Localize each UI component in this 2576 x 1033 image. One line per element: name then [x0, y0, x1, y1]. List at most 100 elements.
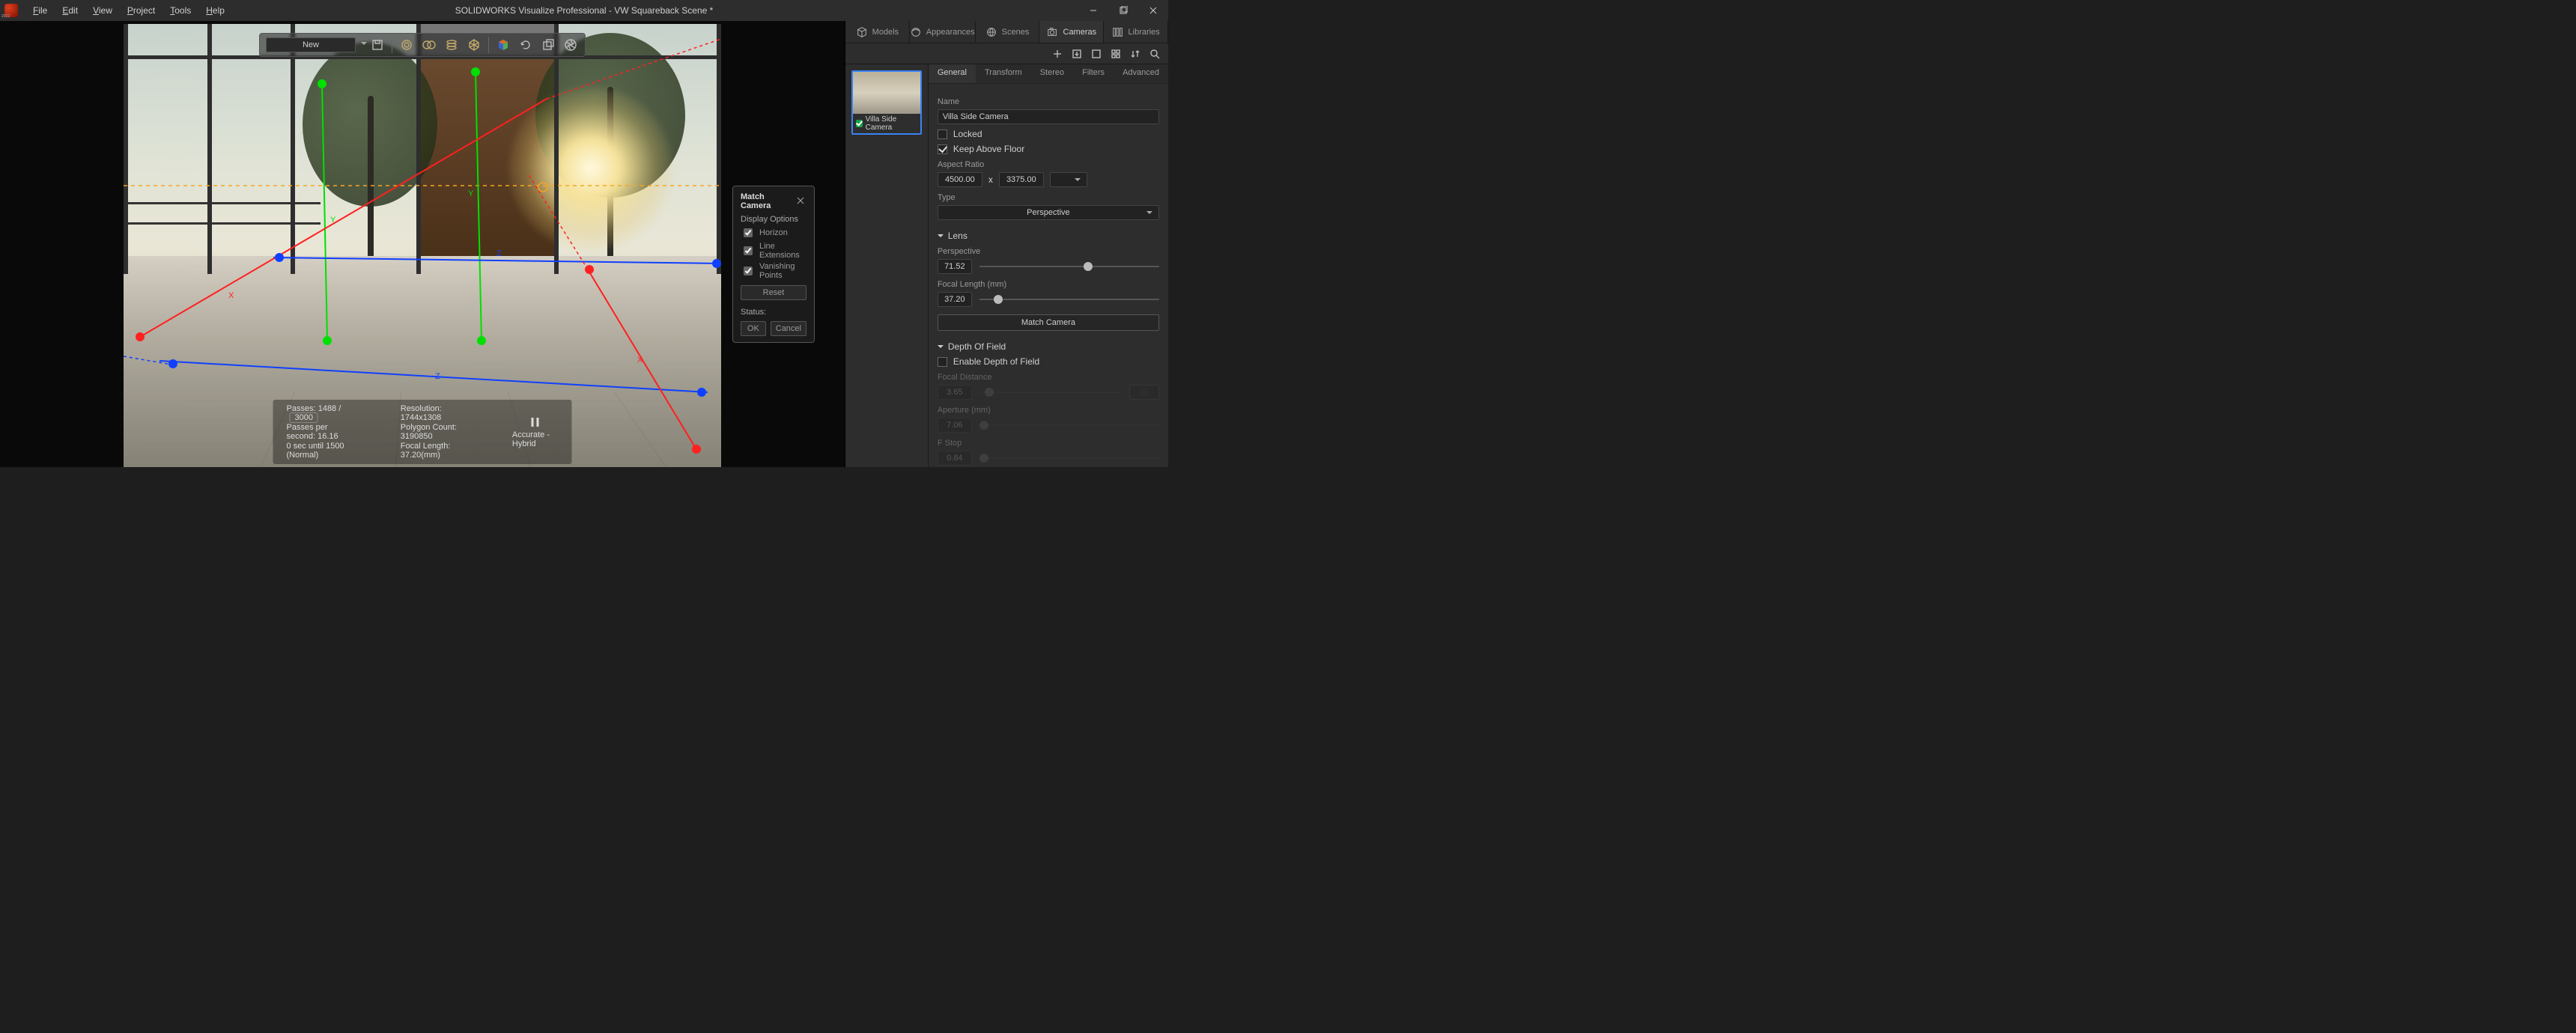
pause-icon[interactable] [529, 415, 542, 429]
menu-view[interactable]: ViewView [85, 2, 120, 19]
hud-render-mode: Accurate - Hybrid [512, 430, 559, 448]
aspect-width-input[interactable] [938, 172, 982, 187]
render-mode-3-icon[interactable] [443, 37, 460, 53]
viewport-canvas[interactable]: Y Y Z Z X X [124, 24, 721, 467]
dock-tabs: Models Appearances Scenes Cameras Librar… [845, 21, 1168, 43]
close-button[interactable] [1138, 0, 1168, 21]
perspective-label: Perspective [938, 247, 1159, 256]
focal-length-input[interactable] [938, 292, 972, 307]
hud-pps-value: 16.16 [318, 432, 338, 441]
aspect-preset-dropdown[interactable] [1050, 172, 1087, 187]
hud-poly-label: Polygon Count: [401, 423, 457, 432]
save-camera-icon[interactable] [369, 37, 386, 53]
property-tabs: General Transform Stereo Filters Advance… [929, 64, 1168, 84]
fstop-slider[interactable] [979, 452, 1159, 464]
active-camera-check-icon [856, 120, 863, 127]
view-grid-icon[interactable] [1110, 48, 1122, 60]
viewport[interactable]: Y Y Z Z X X [0, 21, 845, 467]
maximize-button[interactable] [1108, 0, 1138, 21]
match-status-label: Status: [741, 308, 766, 317]
ptab-advanced[interactable]: Advanced [1114, 64, 1168, 83]
ptab-general[interactable]: General [929, 64, 976, 83]
search-icon[interactable] [1149, 48, 1161, 60]
focal-distance-slider[interactable] [979, 386, 1122, 398]
focal-distance-label: Focal Distance [938, 373, 1159, 382]
pick-focal-distance-button[interactable] [1129, 385, 1159, 400]
sort-icon[interactable] [1129, 48, 1141, 60]
lens-section[interactable]: Lens [938, 231, 1159, 241]
reset-button[interactable]: Reset [741, 285, 806, 300]
menu-edit[interactable]: EditEdit [55, 2, 85, 19]
match-panel-close-icon[interactable] [796, 196, 806, 207]
aperture-label: Aperture (mm) [938, 406, 1159, 415]
aperture-slider[interactable] [979, 419, 1159, 431]
horizon-checkbox[interactable]: Horizon [741, 226, 806, 240]
focal-length-slider[interactable] [979, 293, 1159, 305]
camera-preset-dropdown[interactable]: New [266, 37, 356, 52]
refresh-icon[interactable] [517, 37, 534, 53]
match-panel-display-options: Display Options [741, 215, 806, 224]
hud-eta: 0 sec until 1500 (Normal) [287, 442, 356, 460]
name-label: Name [938, 97, 1159, 106]
locked-checkbox[interactable]: Locked [938, 129, 1159, 139]
camera-type-dropdown[interactable]: Perspective [938, 205, 1159, 220]
svg-text:X: X [228, 291, 234, 300]
view-large-icon[interactable] [1090, 48, 1102, 60]
perspective-slider[interactable] [979, 260, 1159, 272]
camera-name-input[interactable] [938, 109, 1159, 124]
aspect-label: Aspect Ratio [938, 160, 1159, 169]
render-hud: Passes: 1488 / 3000 Passes per second: 1… [273, 400, 572, 464]
match-camera-panel: Match Camera Display Options Horizon Lin… [732, 186, 815, 343]
enable-dof-checkbox[interactable]: Enable Depth of Field [938, 356, 1159, 367]
match-cancel-button[interactable]: Cancel [771, 321, 806, 336]
render-mode-1-icon[interactable] [398, 37, 415, 53]
render-mode-4-icon[interactable] [466, 37, 482, 53]
tab-libraries[interactable]: Libraries [1104, 21, 1168, 43]
svg-text:X: X [637, 356, 643, 365]
render-mode-2-icon[interactable] [421, 37, 437, 53]
aspect-height-input[interactable] [999, 172, 1044, 187]
hud-res-value: 1744x1308 [401, 413, 441, 422]
output-tools-icon[interactable] [540, 37, 556, 53]
match-camera-button[interactable]: Match Camera [938, 314, 1159, 331]
hud-fl-label: Focal Length: [401, 442, 451, 451]
viewport-toolbar: New [259, 33, 586, 57]
type-label: Type [938, 193, 1159, 202]
ptab-transform[interactable]: Transform [976, 64, 1031, 83]
match-ok-button[interactable]: OK [741, 321, 766, 336]
right-dock: Models Appearances Scenes Cameras Librar… [845, 21, 1168, 467]
import-icon[interactable] [1071, 48, 1083, 60]
minimize-button[interactable] [1078, 0, 1108, 21]
keep-above-floor-checkbox[interactable]: Keep Above Floor [938, 144, 1159, 154]
add-icon[interactable] [1051, 48, 1063, 60]
hud-res-label: Resolution: [401, 404, 442, 413]
menu-help[interactable]: HelpHelp [198, 2, 232, 19]
focal-distance-input[interactable] [938, 385, 972, 400]
match-panel-title: Match Camera [741, 192, 796, 210]
svg-text:Y: Y [468, 189, 474, 198]
shading-cube-icon[interactable] [495, 37, 511, 53]
menu-file[interactable]: FFileile [25, 2, 55, 19]
tab-appearances[interactable]: Appearances [910, 21, 976, 43]
tab-cameras[interactable]: Cameras [1039, 21, 1104, 43]
tab-scenes[interactable]: Scenes [976, 21, 1040, 43]
tab-models[interactable]: Models [845, 21, 910, 43]
camera-thumb[interactable]: Villa Side Camera [851, 70, 922, 135]
aperture-input[interactable] [938, 418, 972, 433]
line-extensions-checkbox[interactable]: Line Extensions [741, 242, 806, 260]
aperture-icon[interactable] [562, 37, 579, 53]
ptab-filters[interactable]: Filters [1073, 64, 1114, 83]
dof-section[interactable]: Depth Of Field [938, 341, 1159, 352]
camera-thumbnails: Villa Side Camera [845, 64, 929, 467]
hud-poly-value: 3190850 [401, 432, 433, 441]
menu-tools[interactable]: ToolsTools [162, 2, 198, 19]
hud-passes-max[interactable]: 3000 [290, 412, 318, 423]
vanishing-points-checkbox[interactable]: Vanishing Points [741, 262, 806, 280]
hud-fl-value: 37.20(mm) [401, 451, 440, 460]
hud-passes-current: 1488 [318, 404, 336, 413]
menu-project[interactable]: ProjectProject [120, 2, 162, 19]
dock-toolbar [845, 43, 1168, 64]
perspective-input[interactable] [938, 259, 972, 274]
fstop-input[interactable] [938, 451, 972, 466]
ptab-stereo[interactable]: Stereo [1031, 64, 1073, 83]
